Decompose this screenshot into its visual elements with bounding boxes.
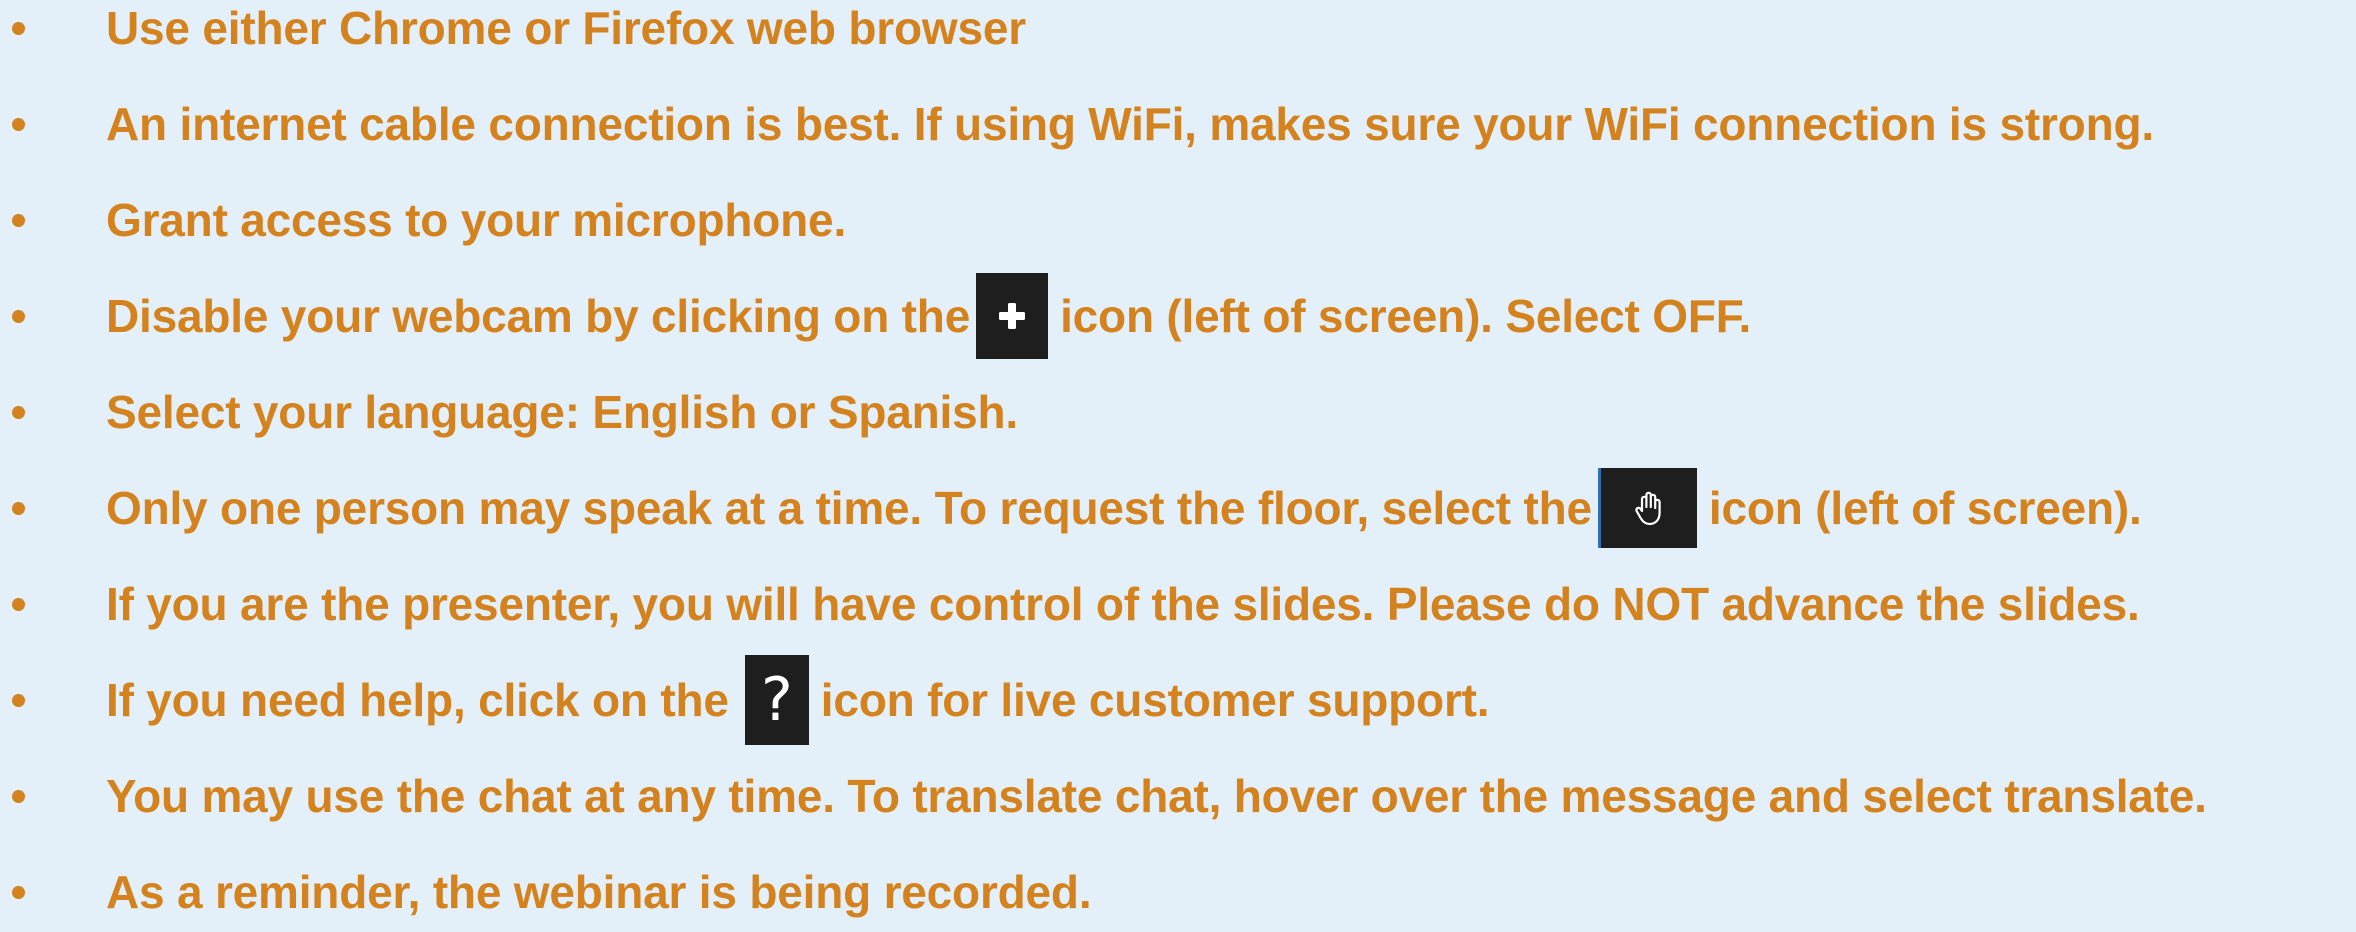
- list-item: If you need help, click on the ? icon fo…: [0, 655, 2356, 745]
- help-icon: ?: [744, 655, 809, 745]
- bullet-marker: [12, 214, 25, 227]
- list-item-text-before: Only one person may speak at a time. To …: [106, 482, 1592, 534]
- instructions-list: Use either Chrome or Firefox web browser…: [0, 0, 2356, 918]
- plus-icon: [976, 273, 1049, 359]
- list-item-text-after: icon (left of screen).: [1708, 482, 2142, 534]
- bullet-marker: [12, 406, 25, 419]
- list-item-text: If you need help, click on the ? icon fo…: [106, 655, 1490, 745]
- list-item: An internet cable connection is best. If…: [0, 84, 2356, 164]
- list-item: As a reminder, the webinar is being reco…: [0, 852, 2356, 932]
- list-item-text: If you are the presenter, you will have …: [106, 578, 2140, 630]
- list-item: If you are the presenter, you will have …: [0, 564, 2356, 644]
- bullet-marker: [12, 886, 25, 899]
- list-item-text-after: icon (left of screen). Select OFF.: [1060, 290, 1752, 342]
- list-item-text: You may use the chat at any time. To tra…: [106, 770, 2207, 822]
- list-item-text-before: Disable your webcam by clicking on the: [106, 290, 971, 342]
- bullet-marker: [12, 502, 25, 515]
- bullet-marker: [12, 310, 25, 323]
- list-item-text-after: icon for live customer support.: [820, 674, 1490, 726]
- bullet-marker: [12, 598, 25, 611]
- bullet-marker: [12, 694, 25, 707]
- list-item: Disable your webcam by clicking on the i…: [0, 273, 2356, 359]
- list-item-text: Only one person may speak at a time. To …: [106, 468, 2142, 548]
- list-item-text: As a reminder, the webinar is being reco…: [106, 866, 1092, 918]
- list-item-text: Grant access to your microphone.: [106, 194, 847, 246]
- list-item: Grant access to your microphone.: [0, 180, 2356, 260]
- list-item: Only one person may speak at a time. To …: [0, 468, 2356, 548]
- raise-hand-icon-glyph: [1635, 491, 1661, 526]
- list-item-text: Disable your webcam by clicking on the i…: [106, 273, 1752, 359]
- list-item-text: Use either Chrome or Firefox web browser: [106, 2, 1026, 54]
- list-item: Select your language: English or Spanish…: [0, 372, 2356, 452]
- help-icon-glyph: ?: [760, 665, 793, 735]
- list-item: You may use the chat at any time. To tra…: [0, 756, 2356, 836]
- bullet-marker: [12, 790, 25, 803]
- bullet-marker: [12, 118, 25, 131]
- raise-hand-icon: [1597, 468, 1697, 548]
- list-item-text: Select your language: English or Spanish…: [106, 386, 1018, 438]
- plus-icon-glyph: [999, 303, 1026, 329]
- list-item: Use either Chrome or Firefox web browser: [0, 0, 2356, 68]
- list-item-text-before: If you need help, click on the: [106, 674, 729, 726]
- list-item-text: An internet cable connection is best. If…: [106, 98, 2154, 150]
- bullet-marker: [12, 22, 25, 35]
